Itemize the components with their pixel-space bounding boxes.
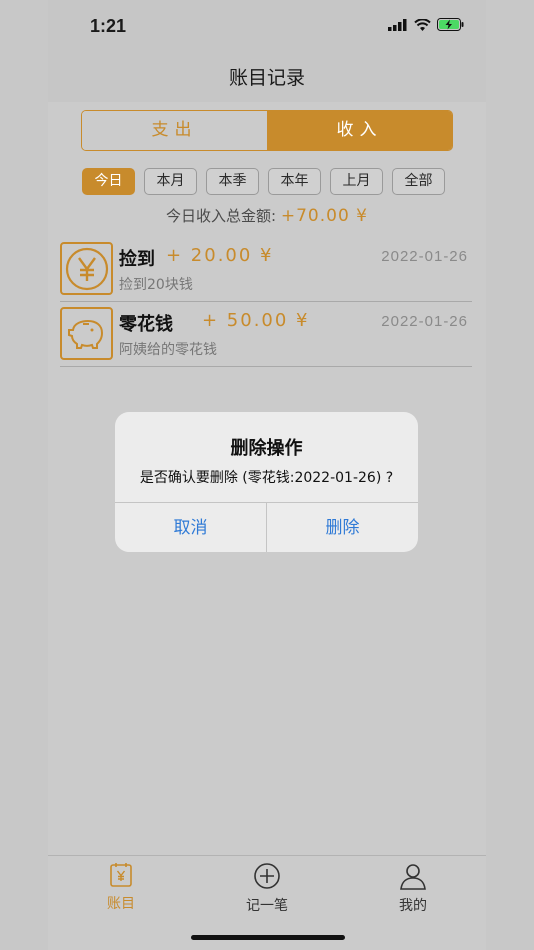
signal-icon: [388, 18, 407, 31]
user-icon: [400, 864, 426, 890]
status-icons: [388, 18, 464, 31]
filter-this-month[interactable]: 本月: [144, 168, 197, 195]
dialog-title: 删除操作: [230, 438, 303, 459]
segment-income[interactable]: 收入: [267, 111, 452, 150]
battery-charging-icon: [437, 18, 464, 31]
tab-add-label: 记一笔: [246, 898, 288, 914]
record-amount: + 20.00 ¥: [166, 245, 274, 266]
record-date: 2022-01-26: [381, 248, 468, 265]
page-title: 账目记录: [228, 67, 305, 89]
record-name: 捡到: [119, 249, 155, 270]
record-date: 2022-01-26: [381, 313, 468, 330]
record-note: 阿姨给的零花钱: [119, 342, 217, 358]
dialog-buttons: 取消 删除: [115, 502, 418, 552]
total-amount: +70.00 ¥: [280, 206, 368, 226]
status-bar: 1:21: [48, 0, 486, 56]
yen-coin-icon: [60, 242, 113, 295]
cancel-button[interactable]: 取消: [115, 503, 266, 552]
filter-all[interactable]: 全部: [392, 168, 445, 195]
record-note: 捡到20块钱: [119, 277, 193, 293]
period-filters: 今日 本月 本季 本年 上月 全部: [82, 168, 445, 195]
tab-accounts-label: 账目: [107, 896, 135, 912]
filter-last-month[interactable]: 上月: [330, 168, 383, 195]
home-indicator: [191, 935, 345, 940]
filter-today[interactable]: 今日: [82, 168, 135, 195]
total-summary: 今日收入总金额: +70.00 ¥: [48, 205, 486, 226]
wifi-icon: [414, 18, 431, 31]
nav-bar: 账目记录: [48, 56, 486, 102]
segment-expense[interactable]: 支出: [82, 111, 267, 150]
filter-this-quarter[interactable]: 本季: [206, 168, 259, 195]
list-item[interactable]: 零花钱 + 50.00 ¥ 2022-01-26 阿姨给的零花钱: [60, 302, 472, 367]
tab-mine-label: 我的: [399, 898, 427, 914]
record-name: 零花钱: [119, 314, 173, 335]
total-label: 今日收入总金额:: [166, 207, 277, 225]
record-amount: + 50.00 ¥: [202, 310, 310, 331]
type-segment-control: 支出 收入: [81, 110, 453, 151]
ledger-icon: [110, 863, 132, 887]
delete-confirm-dialog: 删除操作 是否确认要删除 (零花钱:2022-01-26) ? 取消 删除: [115, 412, 418, 552]
add-circle-icon: [254, 863, 280, 889]
status-time: 1:21: [90, 16, 127, 36]
tab-accounts[interactable]: 账目: [48, 856, 194, 950]
piggy-bank-icon: [60, 307, 113, 360]
filter-this-year[interactable]: 本年: [268, 168, 321, 195]
list-item[interactable]: 捡到 + 20.00 ¥ 2022-01-26 捡到20块钱: [60, 237, 472, 302]
delete-button[interactable]: 删除: [266, 503, 418, 552]
phone-screen: 1:21 账目记录 支出 收入 今日 本月 本季 本年 上月 全部 今日收入总金…: [48, 0, 486, 950]
dialog-message: 是否确认要删除 (零花钱:2022-01-26) ?: [139, 470, 394, 486]
tab-mine[interactable]: 我的: [340, 856, 486, 950]
